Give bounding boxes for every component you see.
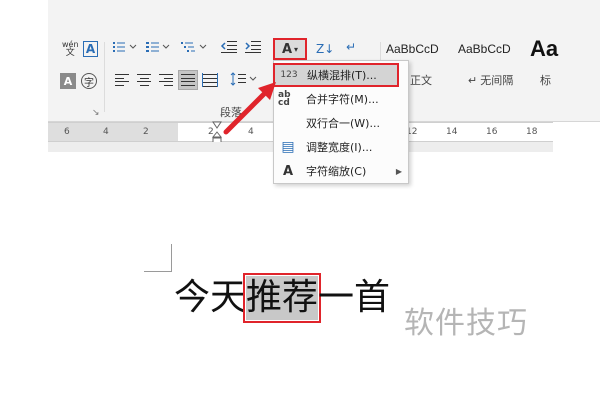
align-right-icon	[159, 74, 173, 86]
group-separator	[104, 42, 105, 112]
phonetic-guide-button[interactable]: wén 文	[62, 40, 79, 58]
distributed-button[interactable]	[200, 70, 220, 90]
justify-button[interactable]	[178, 70, 198, 90]
style-name: 正文	[410, 75, 432, 87]
text-after-selection: 一首	[318, 277, 391, 318]
font-dialog-launcher-icon[interactable]: ↘	[92, 108, 100, 118]
character-shading-button[interactable]: A	[60, 73, 76, 89]
ruler-tick: 2	[143, 127, 149, 137]
submenu-arrow-icon: ▶	[395, 166, 402, 176]
asian-layout-menu: 123 纵横混排(T)... ab cd 合并字符(M)... 双行合一(W).…	[273, 60, 409, 184]
selected-text[interactable]: 推荐	[243, 273, 322, 323]
menu-item-combine-characters[interactable]: ab cd 合并字符(M)...	[274, 87, 408, 111]
menu-item-character-scaling[interactable]: A 字符缩放(C) ▶	[274, 159, 408, 183]
enclose-characters-button[interactable]: 字	[81, 73, 97, 89]
style-sample: AaBbCcD	[386, 42, 439, 56]
bullets-icon	[113, 42, 137, 52]
menu-item-label: 字符缩放(C)	[306, 165, 367, 178]
style-sample: Aa	[530, 36, 559, 61]
text-before-selection: 今天	[174, 277, 247, 318]
numbering-icon	[146, 42, 170, 52]
justify-icon	[181, 74, 195, 86]
bullets-button[interactable]	[112, 40, 142, 54]
watermark: 软件技巧	[404, 306, 528, 341]
asian-layout-icon: A	[281, 41, 293, 57]
pointer-arrow-icon	[223, 82, 276, 135]
ruler-tick: 4	[103, 127, 109, 137]
page-corner-mark	[144, 244, 172, 272]
align-left-icon	[115, 74, 129, 86]
style-heading-tile[interactable]: Aa 标	[530, 36, 570, 92]
menu-item-label: 调整宽度(I)...	[306, 141, 373, 154]
decrease-indent-icon	[220, 41, 237, 53]
ruler-tick: 18	[526, 127, 538, 137]
ruler-tick: 6	[64, 127, 70, 137]
menu-item-horizontal-in-vertical[interactable]: 123 纵横混排(T)...	[273, 63, 399, 87]
increase-indent-icon	[245, 41, 261, 53]
horizontal-in-vertical-icon: 123	[280, 70, 298, 80]
distributed-icon	[202, 73, 218, 87]
style-no-spacing-tile[interactable]: AaBbCcD ↵ 无间隔	[458, 42, 524, 92]
align-center-button[interactable]	[134, 70, 154, 90]
phonetic-guide-char: 文	[65, 48, 75, 58]
document-text-line[interactable]: 今天 推荐 一首	[174, 273, 391, 323]
character-scaling-icon: A	[282, 163, 294, 179]
menu-item-label: 双行合一(W)...	[306, 117, 380, 130]
style-name: ↵ 无间隔	[468, 75, 514, 87]
align-left-button[interactable]	[112, 70, 132, 90]
menu-item-label: 合并字符(M)...	[306, 93, 379, 106]
show-formatting-marks-button[interactable]: ↵	[346, 40, 356, 54]
menu-item-label: 纵横混排(T)...	[307, 69, 377, 82]
align-center-icon	[137, 74, 151, 86]
numbering-button[interactable]	[145, 40, 175, 54]
asian-layout-button[interactable]: A ▾	[273, 38, 307, 60]
menu-item-fit-text[interactable]: ▤ 调整宽度(I)...	[274, 135, 408, 159]
align-right-button[interactable]	[156, 70, 176, 90]
multilevel-list-button[interactable]	[180, 40, 210, 54]
style-sample: AaBbCcD	[458, 42, 511, 56]
decrease-indent-button[interactable]	[220, 40, 238, 54]
multilevel-list-icon	[181, 42, 207, 52]
ruler-tick: 14	[446, 127, 458, 137]
ruler-tick: 16	[486, 127, 498, 137]
menu-item-two-lines-in-one[interactable]: 双行合一(W)...	[274, 111, 408, 135]
style-name: 标	[540, 75, 551, 87]
chevron-down-icon: ▾	[294, 44, 299, 54]
character-border-button[interactable]: A	[83, 41, 98, 57]
sort-button[interactable]: Z↓	[316, 42, 334, 56]
fit-text-icon: ▤	[281, 139, 295, 155]
ribbon-left-margin	[0, 0, 48, 122]
increase-indent-button[interactable]	[244, 40, 262, 54]
